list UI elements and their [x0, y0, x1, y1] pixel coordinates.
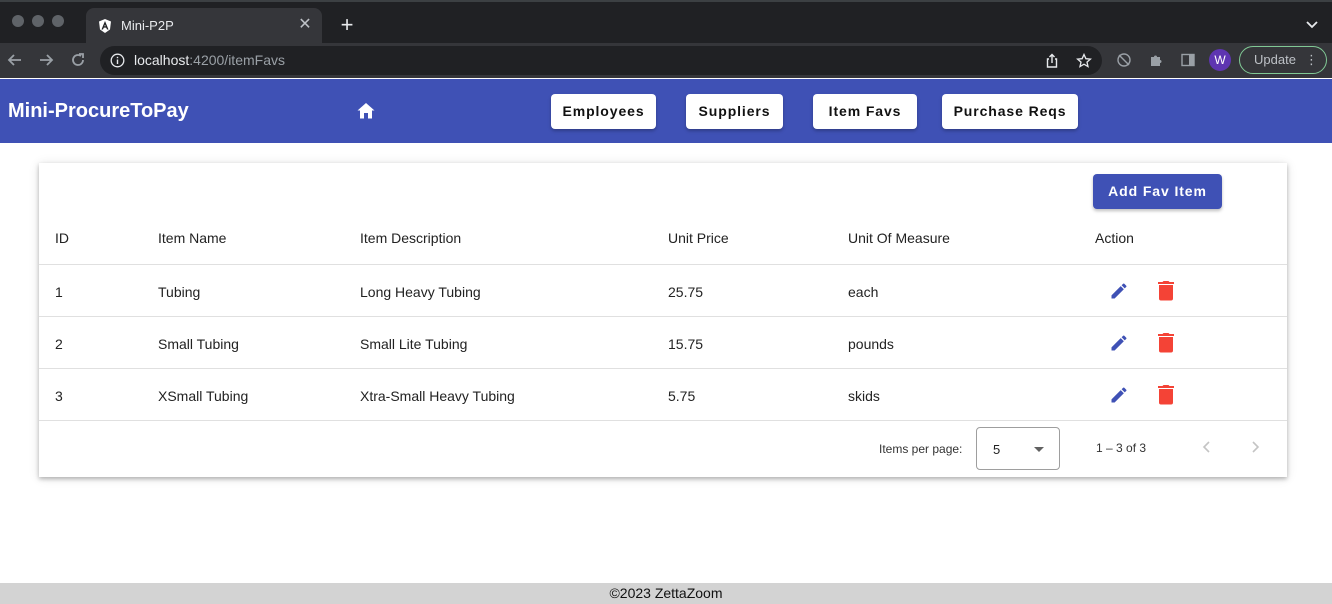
next-page-icon[interactable]	[1247, 439, 1263, 455]
cell-id: 2	[55, 336, 63, 352]
info-icon[interactable]	[110, 53, 125, 68]
nav-suppliers-button[interactable]: Suppliers	[686, 94, 783, 129]
cell-item-name: Tubing	[158, 284, 201, 300]
forward-arrow-icon[interactable]	[37, 51, 55, 69]
table-row: 2 Small Tubing Small Lite Tubing 15.75 p…	[39, 316, 1287, 368]
close-tab-icon[interactable]: ✕	[296, 16, 314, 34]
edit-pencil-icon[interactable]	[1109, 385, 1129, 405]
page-size-select[interactable]: 5	[976, 427, 1060, 470]
nav-item-favs-button[interactable]: Item Favs	[813, 94, 917, 129]
previous-page-icon[interactable]	[1199, 439, 1215, 455]
cell-unit-of-measure: skids	[848, 388, 880, 404]
nav-employees-button[interactable]: Employees	[551, 94, 656, 129]
table-row: 1 Tubing Long Heavy Tubing 25.75 each	[39, 264, 1287, 316]
page-range-label: 1 – 3 of 3	[1096, 441, 1147, 455]
cell-unit-price: 15.75	[668, 336, 704, 352]
cell-id: 1	[55, 284, 63, 300]
cell-unit-of-measure: each	[848, 284, 879, 300]
browser-toolbar: localhost:4200/itemFavs	[0, 43, 1332, 78]
tab-title: Mini-P2P	[121, 18, 174, 33]
home-icon[interactable]	[356, 101, 376, 121]
column-header-action: Action	[1095, 230, 1134, 246]
extensions-puzzle-icon[interactable]	[1148, 52, 1164, 68]
back-arrow-icon[interactable]	[6, 51, 24, 69]
delete-trash-icon[interactable]	[1157, 332, 1175, 353]
new-tab-icon[interactable]: +	[336, 14, 358, 36]
browser-tab-bar: Mini-P2P ✕ +	[0, 0, 1332, 45]
cell-item-name: Small Tubing	[158, 336, 239, 352]
cell-unit-price: 25.75	[668, 284, 704, 300]
bookmark-star-icon[interactable]	[1076, 53, 1092, 69]
zoom-window-dot[interactable]	[52, 15, 64, 27]
minimize-window-dot[interactable]	[32, 15, 44, 27]
edit-pencil-icon[interactable]	[1109, 333, 1129, 353]
side-panel-icon[interactable]	[1180, 52, 1196, 68]
page-size-value: 5	[993, 442, 1001, 457]
column-header-item-description: Item Description	[360, 230, 462, 246]
update-button[interactable]: Update ⋮	[1239, 46, 1327, 74]
table-row: 3 XSmall Tubing Xtra-Small Heavy Tubing …	[39, 368, 1287, 421]
angular-logo-icon	[99, 19, 111, 33]
reload-icon[interactable]	[69, 51, 87, 69]
page-footer: ©2023 ZettaZoom	[0, 583, 1332, 604]
cell-item-name: XSmall Tubing	[158, 388, 249, 404]
cell-item-description: Small Lite Tubing	[360, 336, 468, 352]
cell-unit-price: 5.75	[668, 388, 696, 404]
edit-pencil-icon[interactable]	[1109, 281, 1129, 301]
column-header-unit-of-measure: Unit Of Measure	[848, 230, 950, 246]
chevron-down-icon[interactable]	[1304, 16, 1320, 32]
items-per-page-label: Items per page:	[879, 442, 963, 456]
profile-avatar[interactable]: W	[1209, 49, 1231, 71]
app-header: Mini-ProcureToPay Employees Suppliers It…	[0, 79, 1332, 143]
dropdown-arrow-icon	[1034, 447, 1044, 452]
close-window-dot[interactable]	[12, 15, 24, 27]
cell-id: 3	[55, 388, 63, 404]
column-header-unit-price: Unit Price	[668, 230, 729, 246]
share-icon[interactable]	[1044, 53, 1060, 69]
nav-purchase-reqs-button[interactable]: Purchase Reqs	[942, 94, 1078, 129]
app-brand[interactable]: Mini-ProcureToPay	[8, 100, 189, 123]
column-header-item-name: Item Name	[158, 230, 227, 246]
more-vert-icon: ⋮	[1305, 52, 1318, 67]
add-fav-item-button[interactable]: Add Fav Item	[1093, 174, 1222, 209]
item-favs-card: Add Fav Item ID Item Name Item Descripti…	[39, 163, 1287, 477]
cell-unit-of-measure: pounds	[848, 336, 894, 352]
sync-off-icon[interactable]	[1116, 52, 1132, 68]
cell-item-description: Long Heavy Tubing	[360, 284, 481, 300]
column-header-id: ID	[55, 230, 69, 246]
browser-tab[interactable]: Mini-P2P ✕	[86, 8, 322, 45]
address-bar[interactable]: localhost:4200/itemFavs	[100, 46, 1102, 75]
cell-item-description: Xtra-Small Heavy Tubing	[360, 388, 515, 404]
delete-trash-icon[interactable]	[1157, 384, 1175, 405]
url-text: localhost:4200/itemFavs	[134, 52, 285, 68]
delete-trash-icon[interactable]	[1157, 280, 1175, 301]
